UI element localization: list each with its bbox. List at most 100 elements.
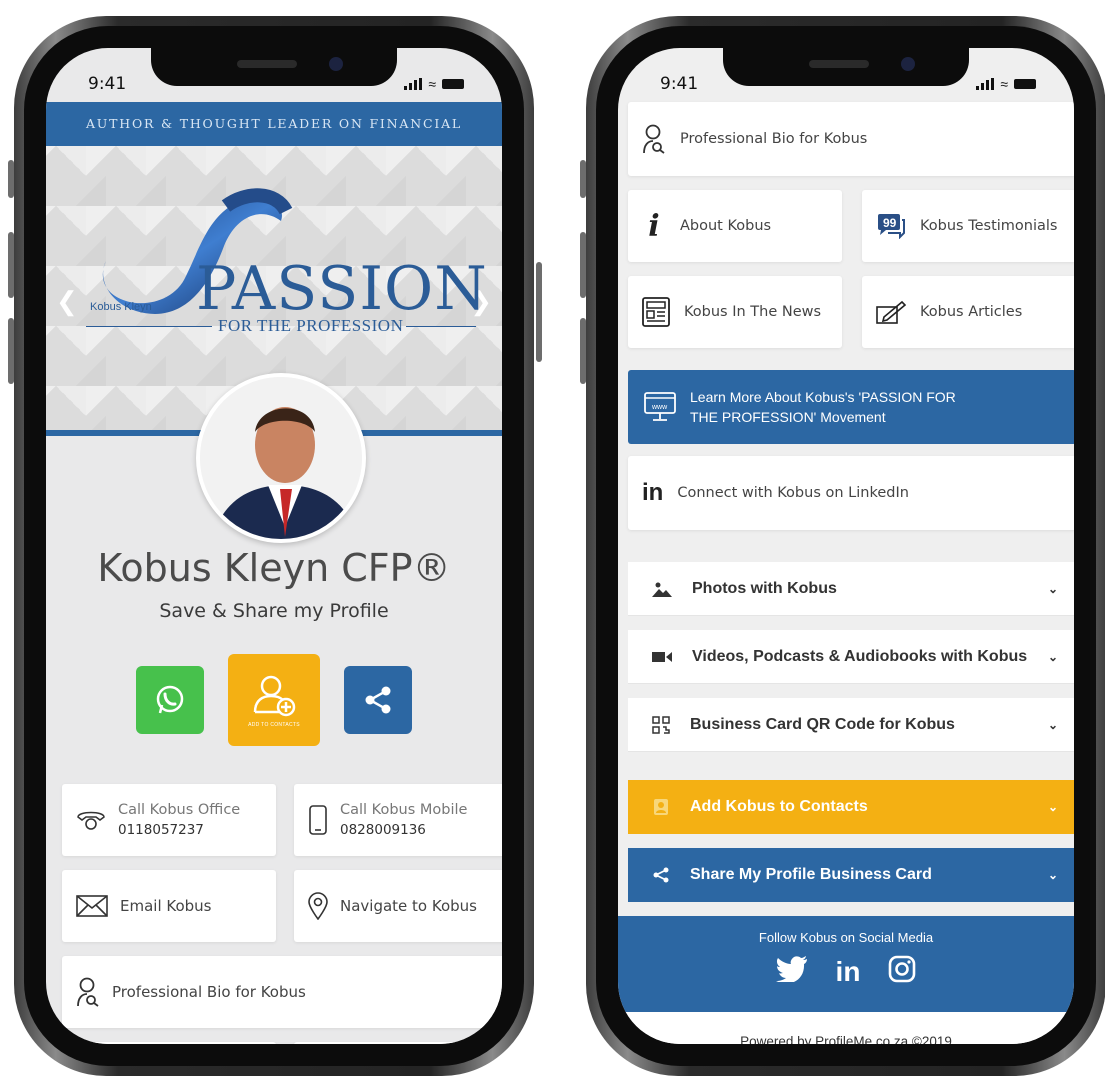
notch [151,48,397,86]
status-time: 9:41 [660,74,699,94]
quick-actions: ADD TO CONTACTS [46,654,502,746]
videos-label: Videos, Podcasts & Audiobooks with Kobus [692,647,1028,665]
qr-code-icon [652,715,670,734]
svg-text:99: 99 [883,216,897,230]
linkedin-tile[interactable]: in Connect with Kobus on LinkedIn [628,456,1074,530]
newspaper-icon [642,297,670,327]
phone-frame-left: 9:41 ≈ AUTHOR & THOUGHT LEADER ON FINANC… [14,16,534,1076]
profile-photo [200,377,362,539]
phone-frame-right: 9:41 ≈ Professional Bio for Kobus i Abou… [586,16,1105,1076]
signal-icon [976,78,995,90]
profile-name: Kobus Kleyn CFP® [97,546,451,590]
linkedin-label: Connect with Kobus on LinkedIn [677,485,909,501]
share-button[interactable] [344,666,412,734]
about-tile-partial[interactable] [62,1042,276,1044]
chevron-down-icon: ⌄ [1047,581,1058,596]
photos-accordion[interactable]: Photos with Kobus ⌄ [628,562,1074,616]
share-icon [365,686,391,714]
add-to-contacts-button[interactable]: ADD TO CONTACTS [228,654,320,746]
share-card-label: Share My Profile Business Card [690,866,932,883]
testimonials-tile-partial[interactable] [294,1042,502,1044]
quote-bubble-icon: 99 [876,213,906,239]
user-search-icon [642,124,666,154]
about-tile[interactable]: i About Kobus [628,190,842,262]
professional-bio-tile[interactable]: Professional Bio for Kobus [62,956,502,1028]
logo-owner: Kobus Kleyn [90,301,152,313]
profile-screen-scrolled: 9:41 ≈ Professional Bio for Kobus i Abou… [618,48,1074,1044]
call-office-number: 0118057237 [118,821,204,838]
articles-tile[interactable]: Kobus Articles [862,276,1074,348]
banner-line-2: THE PROFESSION' Movement [690,409,886,425]
contact-card-icon [652,798,670,816]
instagram-icon[interactable] [888,955,916,988]
pencil-icon [876,300,906,324]
powered-by[interactable]: Powered by ProfileMe.co.za ©2019 [618,1012,1074,1044]
add-contacts-accordion[interactable]: Add Kobus to Contacts ⌄ [628,780,1074,834]
banner-line-1: Learn More About Kobus's 'PASSION FOR [690,388,956,405]
call-office-tile[interactable]: Call Kobus Office 0118057237 [62,784,276,856]
navigate-label: Navigate to Kobus [340,897,477,915]
logo-subtitle: FOR THE PROFESSION [218,316,404,335]
chevron-down-icon: ⌄ [1047,800,1058,814]
profile-screen: 9:41 ≈ AUTHOR & THOUGHT LEADER ON FINANC… [46,48,502,1044]
wifi-icon: ≈ [1000,76,1008,92]
articles-label: Kobus Articles [920,304,1023,320]
news-tile[interactable]: Kobus In The News [628,276,842,348]
email-label: Email Kobus [120,897,212,915]
news-label: Kobus In The News [684,304,822,320]
social-footer: Follow Kobus on Social Media in [618,916,1074,1012]
linkedin-social-icon[interactable]: in [836,956,861,988]
signal-icon [404,78,423,90]
twitter-icon[interactable] [775,956,808,987]
professional-bio-label: Professional Bio for Kobus [112,983,306,1001]
location-pin-icon [308,892,328,920]
power-button [536,262,542,362]
battery-icon [1014,79,1036,89]
wifi-icon: ≈ [428,76,436,92]
chevron-down-icon: ⌄ [1047,868,1058,882]
professional-bio-label: Professional Bio for Kobus [680,131,868,147]
chevron-down-icon: ⌄ [1047,649,1058,664]
qr-code-accordion[interactable]: Business Card QR Code for Kobus ⌄ [628,698,1074,752]
video-icon [652,650,672,664]
image-icon [652,581,672,597]
linkedin-icon: in [642,479,664,506]
logo-divider [406,326,476,327]
status-time: 9:41 [88,74,127,94]
testimonials-label: Kobus Testimonials [920,218,1058,234]
call-mobile-number: 0828009136 [340,821,426,838]
notch [723,48,969,86]
follow-title: Follow Kobus on Social Media [758,930,934,945]
browser-icon: www [644,392,676,422]
chevron-down-icon: ⌄ [1047,717,1058,732]
battery-icon [442,79,464,89]
user-search-icon [76,977,100,1007]
add-to-contacts-label: ADD TO CONTACTS [248,722,300,728]
logo-divider [86,326,212,327]
call-mobile-label: Call Kobus Mobile [340,801,468,818]
photos-label: Photos with Kobus [692,579,837,597]
avatar [196,373,366,543]
profile-subtitle: Save & Share my Profile [159,600,389,622]
share-card-accordion[interactable]: Share My Profile Business Card ⌄ [628,848,1074,902]
svg-text:www: www [651,404,668,411]
call-mobile-tile[interactable]: Call Kobus Mobile 0828009136 [294,784,502,856]
passion-movement-banner[interactable]: www Learn More About Kobus's 'PASSION FO… [628,370,1074,444]
videos-accordion[interactable]: Videos, Podcasts & Audiobooks with Kobus… [628,630,1074,684]
navigate-tile[interactable]: Navigate to Kobus [294,870,502,942]
call-office-label: Call Kobus Office [118,801,241,818]
mobile-icon [308,805,328,835]
share-icon [652,866,670,884]
add-contact-icon [253,675,296,717]
whatsapp-button[interactable] [136,666,204,734]
add-contacts-label: Add Kobus to Contacts [690,798,868,815]
whatsapp-icon [156,685,184,714]
mail-icon [76,895,108,917]
email-tile[interactable]: Email Kobus [62,870,276,942]
logo-title: PASSION [196,254,488,324]
professional-bio-tile[interactable]: Professional Bio for Kobus [628,102,1074,176]
about-label: About Kobus [680,218,772,234]
qr-code-label: Business Card QR Code for Kobus [690,715,955,733]
slider-prev-icon[interactable]: ❮ [56,286,78,317]
testimonials-tile[interactable]: 99 Kobus Testimonials [862,190,1074,262]
